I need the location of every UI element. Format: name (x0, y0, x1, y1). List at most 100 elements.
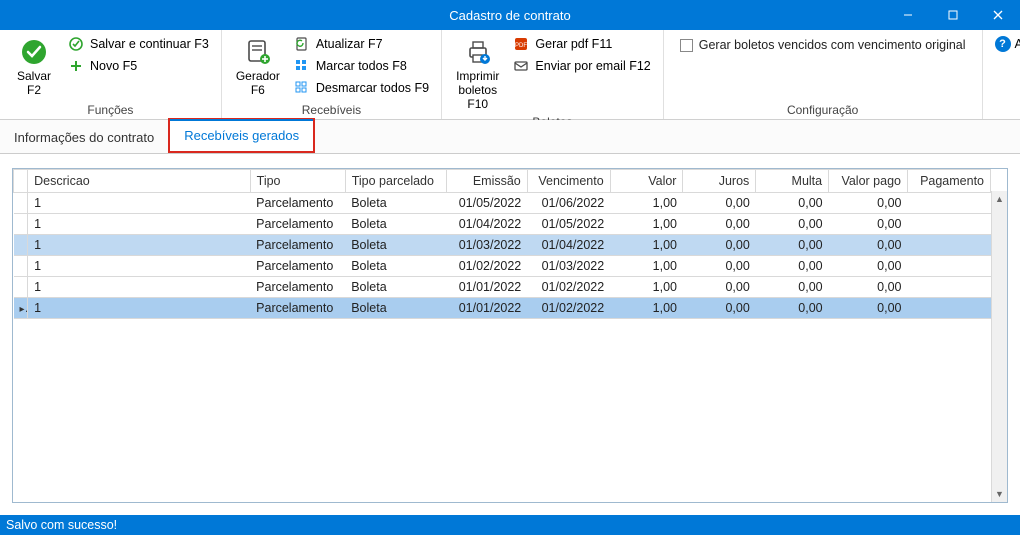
cell[interactable]: Parcelamento (250, 298, 345, 319)
gerador-button[interactable]: GeradorF6 (230, 34, 286, 100)
cell[interactable]: 0,00 (756, 214, 829, 235)
cell[interactable]: 0,00 (683, 277, 756, 298)
minimize-button[interactable] (885, 0, 930, 30)
cell[interactable]: 01/04/2022 (527, 235, 610, 256)
salvar-continuar-button[interactable]: Salvar e continuar F3 (64, 34, 213, 54)
table-row[interactable]: 1ParcelamentoBoleta01/05/202201/06/20221… (14, 193, 991, 214)
col-juros[interactable]: Juros (683, 170, 756, 193)
cell[interactable]: 1 (28, 256, 251, 277)
cell[interactable]: 1,00 (610, 298, 683, 319)
imprimir-boletos-button[interactable]: Imprimirboletos F10 (450, 34, 505, 113)
desmarcar-todos-button[interactable]: Desmarcar todos F9 (290, 78, 433, 98)
tab-informacoes-contrato[interactable]: Informações do contrato (0, 122, 168, 153)
table-row[interactable]: 1ParcelamentoBoleta01/02/202201/03/20221… (14, 256, 991, 277)
recebiveis-table[interactable]: Descricao Tipo Tipo parcelado Emissão Ve… (13, 169, 991, 319)
cell[interactable]: Boleta (345, 298, 446, 319)
cell[interactable]: 1,00 (610, 277, 683, 298)
row-indicator-cell[interactable] (14, 256, 28, 277)
cell[interactable]: 1 (28, 235, 251, 256)
cell[interactable] (907, 277, 990, 298)
cell[interactable] (907, 298, 990, 319)
cell[interactable]: Boleta (345, 277, 446, 298)
cell[interactable]: 0,00 (756, 298, 829, 319)
cell[interactable]: 0,00 (756, 256, 829, 277)
col-tipo[interactable]: Tipo (250, 170, 345, 193)
col-emissao[interactable]: Emissão (446, 170, 527, 193)
cell[interactable]: 0,00 (756, 193, 829, 214)
cell[interactable]: Boleta (345, 256, 446, 277)
atualizar-button[interactable]: Atualizar F7 (290, 34, 433, 54)
ajuda-button[interactable]: ? Ajuda (995, 36, 1020, 52)
cell[interactable]: 1,00 (610, 256, 683, 277)
gerar-pdf-button[interactable]: PDF Gerar pdf F11 (509, 34, 654, 54)
cell[interactable]: 01/05/2022 (446, 193, 527, 214)
cell[interactable]: 0,00 (829, 277, 908, 298)
enviar-email-button[interactable]: Enviar por email F12 (509, 56, 654, 76)
col-pagamento[interactable]: Pagamento (907, 170, 990, 193)
cell[interactable]: Parcelamento (250, 193, 345, 214)
cell[interactable] (907, 193, 990, 214)
cell[interactable]: 01/04/2022 (446, 214, 527, 235)
novo-button[interactable]: Novo F5 (64, 56, 213, 76)
col-valor-pago[interactable]: Valor pago (829, 170, 908, 193)
row-indicator-cell[interactable] (14, 298, 28, 319)
table-row[interactable]: 1ParcelamentoBoleta01/01/202201/02/20221… (14, 298, 991, 319)
tab-recebiveis-gerados[interactable]: Recebíveis gerados (168, 118, 315, 153)
gerar-boletos-vencidos-checkbox[interactable]: Gerar boletos vencidos com vencimento or… (672, 34, 974, 56)
cell[interactable]: 01/02/2022 (527, 277, 610, 298)
cell[interactable]: 01/03/2022 (527, 256, 610, 277)
col-valor[interactable]: Valor (610, 170, 683, 193)
cell[interactable]: 01/01/2022 (446, 298, 527, 319)
cell[interactable]: 01/02/2022 (446, 256, 527, 277)
scroll-down-icon[interactable]: ▼ (992, 486, 1007, 502)
cell[interactable]: 0,00 (829, 256, 908, 277)
cell[interactable]: 1 (28, 214, 251, 235)
table-row[interactable]: 1ParcelamentoBoleta01/03/202201/04/20221… (14, 235, 991, 256)
col-tipo-parcelado[interactable]: Tipo parcelado (345, 170, 446, 193)
scroll-up-icon[interactable]: ▲ (992, 191, 1007, 207)
cell[interactable]: Boleta (345, 214, 446, 235)
table-row[interactable]: 1ParcelamentoBoleta01/01/202201/02/20221… (14, 277, 991, 298)
cell[interactable]: 1,00 (610, 214, 683, 235)
cell[interactable]: 01/01/2022 (446, 277, 527, 298)
cell[interactable]: 0,00 (683, 193, 756, 214)
cell[interactable]: 01/05/2022 (527, 214, 610, 235)
cell[interactable]: 0,00 (756, 277, 829, 298)
col-vencimento[interactable]: Vencimento (527, 170, 610, 193)
cell[interactable]: 1 (28, 298, 251, 319)
cell[interactable]: 0,00 (829, 193, 908, 214)
cell[interactable] (907, 235, 990, 256)
cell[interactable]: 01/03/2022 (446, 235, 527, 256)
cell[interactable]: 1,00 (610, 193, 683, 214)
col-multa[interactable]: Multa (756, 170, 829, 193)
cell[interactable]: 01/06/2022 (527, 193, 610, 214)
cell[interactable]: Boleta (345, 193, 446, 214)
cell[interactable]: 1 (28, 277, 251, 298)
cell[interactable] (907, 256, 990, 277)
cell[interactable]: Parcelamento (250, 214, 345, 235)
row-indicator-cell[interactable] (14, 214, 28, 235)
vertical-scrollbar[interactable]: ▲ ▼ (991, 191, 1007, 502)
cell[interactable] (907, 214, 990, 235)
cell[interactable]: Parcelamento (250, 235, 345, 256)
cell[interactable]: 01/02/2022 (527, 298, 610, 319)
row-indicator-cell[interactable] (14, 235, 28, 256)
cell[interactable]: 1,00 (610, 235, 683, 256)
cell[interactable]: 0,00 (829, 298, 908, 319)
cell[interactable]: Parcelamento (250, 277, 345, 298)
row-indicator-cell[interactable] (14, 193, 28, 214)
col-descricao[interactable]: Descricao (28, 170, 251, 193)
salvar-button[interactable]: SalvarF2 (8, 34, 60, 100)
close-button[interactable] (975, 0, 1020, 30)
table-row[interactable]: 1ParcelamentoBoleta01/04/202201/05/20221… (14, 214, 991, 235)
maximize-button[interactable] (930, 0, 975, 30)
cell[interactable]: 0,00 (683, 298, 756, 319)
cell[interactable]: 0,00 (683, 256, 756, 277)
cell[interactable]: 0,00 (829, 235, 908, 256)
row-indicator-cell[interactable] (14, 277, 28, 298)
cell[interactable]: Boleta (345, 235, 446, 256)
cell[interactable]: 0,00 (683, 214, 756, 235)
cell[interactable]: Parcelamento (250, 256, 345, 277)
cell[interactable]: 0,00 (829, 214, 908, 235)
cell[interactable]: 1 (28, 193, 251, 214)
